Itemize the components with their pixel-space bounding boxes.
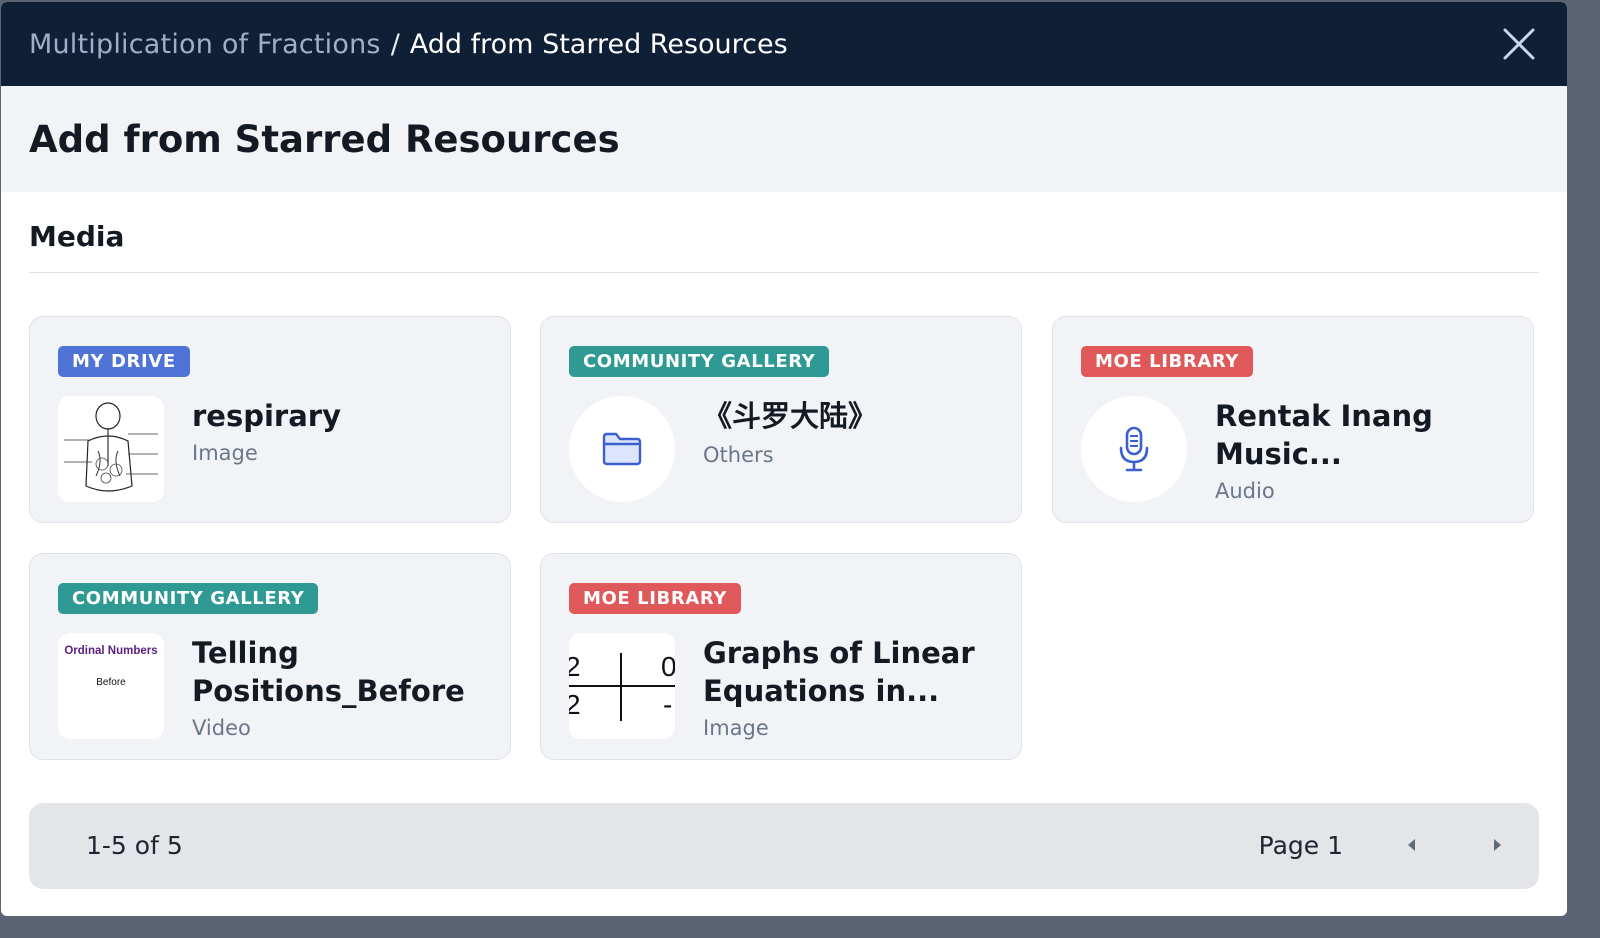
next-page-button[interactable] [1485,833,1509,857]
resource-type: Video [192,716,251,740]
respiratory-diagram-thumbnail [58,396,164,502]
resource-title: 《斗罗大陆》 [703,399,878,433]
starred-resources-modal: Multiplication of Fractions / Add from S… [1,2,1567,916]
source-badge: COMMUNITY GALLERY [58,583,319,614]
resource-title: Rentak Inang Music... [1215,399,1433,471]
result-count: 1-5 of 5 [86,831,183,860]
pagination-bar: 1-5 of 5 Page 1 [29,803,1539,889]
page-title: Add from Starred Resources [29,117,620,161]
resource-card-respirary[interactable]: MY DRIVE respirary Image [29,316,511,523]
caret-right-icon [1494,839,1501,851]
resource-type: Audio [1215,479,1275,503]
resource-title: Telling Positions_Before [192,636,465,708]
source-badge: COMMUNITY GALLERY [569,346,830,377]
thumbnail-subcaption: Before [96,677,126,688]
resource-type: Others [703,443,774,467]
resource-card-telling-positions[interactable]: COMMUNITY GALLERY Ordinal Numbers Before… [29,553,511,760]
table-cell: 2 [569,651,581,682]
source-badge: MOE LIBRARY [569,583,741,614]
source-badge: MY DRIVE [58,346,190,377]
thumbnail-caption: Ordinal Numbers [64,645,158,657]
resource-card-graphs-linear-equations[interactable]: MOE LIBRARY 2 0 2 - Graphs of Linear Equ… [540,553,1022,760]
resource-type: Image [703,716,769,740]
close-icon [1503,28,1535,60]
section-divider [29,272,1539,273]
source-badge: MOE LIBRARY [1081,346,1253,377]
table-cell: - [663,689,673,720]
page-indicator: Page 1 [1258,831,1343,860]
previous-page-button[interactable] [1400,833,1424,857]
close-button[interactable] [1501,26,1537,62]
audio-thumbnail [1081,396,1187,502]
resource-card-rentak-inang[interactable]: MOE LIBRARY Rentak Inang Music... Audio [1052,316,1534,523]
caret-left-icon [1408,839,1415,851]
resource-title: Graphs of Linear Equations in... [703,636,975,708]
resource-card-douluo-dalu[interactable]: COMMUNITY GALLERY 《斗罗大陆》 Others [540,316,1022,523]
folder-thumbnail [569,396,675,502]
section-title-media: Media [29,220,125,253]
video-thumbnail: Ordinal Numbers Before [58,633,164,739]
page-heading-area: Add from Starred Resources [1,86,1567,192]
microphone-icon [1119,426,1149,472]
resource-title: respirary [192,399,342,433]
respiratory-diagram-image [58,396,164,502]
folder-icon [602,432,642,466]
breadcrumb-separator: / [390,28,400,60]
table-image [569,633,675,739]
table-cell: 0 [661,651,675,682]
modal-header: Multiplication of Fractions / Add from S… [1,2,1567,86]
table-cell: 2 [569,689,581,720]
breadcrumb-current: Add from Starred Resources [409,28,788,60]
breadcrumb-parent[interactable]: Multiplication of Fractions [29,29,381,60]
table-image-thumbnail: 2 0 2 - [569,633,675,739]
resource-type: Image [192,441,258,465]
